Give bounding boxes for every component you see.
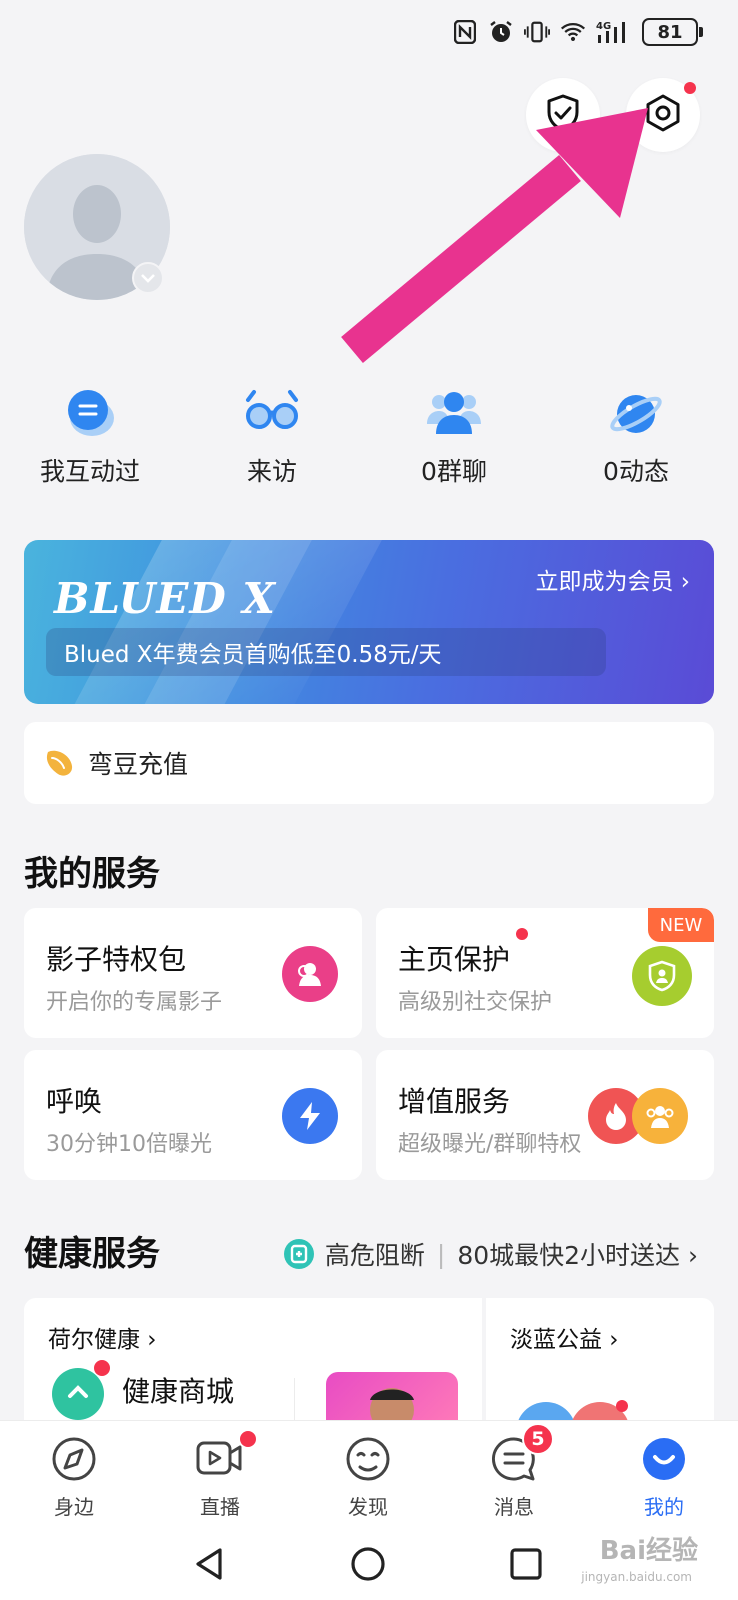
- hol-health-title: 荷尔健康 ›: [48, 1327, 157, 1353]
- blued-profile-icon: [643, 1438, 685, 1480]
- video-camera-icon: [196, 1441, 242, 1475]
- signal-icon: 4G: [596, 19, 632, 45]
- group-chat-icon: [632, 1088, 688, 1144]
- medical-icon: [283, 1239, 314, 1269]
- health-services-title: 健康服务: [24, 1234, 160, 1274]
- tab-label: 身边: [54, 1495, 94, 1519]
- quick-action-label: 0动态: [603, 457, 669, 486]
- quick-action-moments[interactable]: 0动态: [546, 388, 726, 488]
- battery-indicator: 81: [642, 18, 703, 46]
- recharge-row[interactable]: 弯豆充值: [24, 722, 714, 804]
- avatar-switch-button[interactable]: [132, 262, 164, 294]
- annotation-arrow: [341, 108, 648, 364]
- shadow-user-icon: [282, 946, 338, 1002]
- status-icons: 4G 81: [452, 18, 703, 46]
- become-member-link[interactable]: 立即成为会员 ›: [535, 562, 690, 596]
- service-subtitle: 高级别社交保护: [398, 990, 553, 1015]
- baidu-watermark-url: jingyan.baidu.com: [581, 1570, 692, 1584]
- high-risk-block-text: 高危阻断: [324, 1241, 425, 1270]
- tab-label: 发现: [348, 1495, 388, 1519]
- back-triangle-icon[interactable]: [190, 1544, 230, 1584]
- shield-user-icon: [632, 946, 692, 1006]
- promo-text: Blued X年费会员首购低至0.58元/天: [46, 628, 606, 676]
- lightning-icon: [282, 1088, 338, 1144]
- quick-action-interacted[interactable]: 我互动过: [0, 388, 180, 488]
- service-title: 呼唤: [46, 1085, 103, 1118]
- tab-nearby[interactable]: 身边: [14, 1435, 134, 1520]
- service-shadow-pack[interactable]: 影子特权包 开启你的专属影子: [24, 908, 362, 1038]
- my-services-title: 我的服务: [24, 854, 160, 894]
- nfc-icon: [452, 19, 478, 45]
- delivery-text: 80城最快2小时送达 ›: [457, 1241, 698, 1270]
- quick-action-visitors[interactable]: 来访: [182, 388, 362, 488]
- charity-dot: [616, 1400, 628, 1412]
- recents-square-icon[interactable]: [506, 1544, 546, 1584]
- chat-bubble-icon: [68, 390, 114, 436]
- quick-action-label: 我互动过: [39, 457, 140, 486]
- health-promo-link[interactable]: 高危阻断 | 80城最快2小时送达 ›: [283, 1236, 698, 1272]
- service-subtitle: 开启你的专属影子: [46, 990, 223, 1015]
- tab-label: 消息: [494, 1495, 534, 1519]
- tab-live[interactable]: 直播: [160, 1431, 280, 1520]
- health-card-hol[interactable]: 荷尔健康 › 健康商城: [24, 1298, 482, 1432]
- new-feature-dot: [516, 928, 528, 940]
- membership-banner[interactable]: BLUED X 立即成为会员 › Blued X年费会员首购低至0.58元/天: [24, 540, 714, 704]
- svg-text:4G: 4G: [596, 21, 611, 32]
- tab-discover[interactable]: 发现: [308, 1435, 428, 1520]
- chevron-down-icon: [141, 274, 155, 283]
- service-summon[interactable]: 呼唤 30分钟10倍曝光: [24, 1050, 362, 1180]
- quick-action-label: 0群聊: [421, 457, 487, 486]
- service-value-added[interactable]: 增值服务 超级曝光/群聊特权: [376, 1050, 714, 1180]
- status-bar: 4G 81: [0, 0, 738, 70]
- charity-title: 淡蓝公益 ›: [510, 1327, 619, 1353]
- new-badge: NEW: [648, 908, 714, 942]
- health-mall-dot: [94, 1360, 110, 1376]
- live-notification-dot: [240, 1431, 256, 1447]
- glasses-icon: [246, 390, 298, 429]
- tab-label: 我的: [644, 1495, 684, 1519]
- service-title: 增值服务: [398, 1085, 511, 1118]
- service-title: 主页保护: [398, 943, 511, 976]
- health-card-charity[interactable]: 淡蓝公益 ›: [486, 1298, 714, 1462]
- quick-action-label: 来访: [246, 457, 297, 486]
- bean-icon: [46, 750, 73, 776]
- service-title: 影子特权包: [46, 943, 187, 976]
- settings-notification-dot: [684, 82, 696, 94]
- baidu-watermark: Bai经验: [599, 1536, 698, 1566]
- vibrate-icon: [524, 19, 550, 45]
- tab-mine[interactable]: 我的: [604, 1435, 724, 1520]
- service-subtitle: 超级曝光/群聊特权: [398, 1132, 582, 1157]
- recharge-label: 弯豆充值: [88, 750, 189, 779]
- alarm-icon: [488, 19, 514, 45]
- quick-action-group-chats[interactable]: 0群聊: [364, 388, 544, 488]
- tab-messages[interactable]: 消息 5: [454, 1423, 574, 1520]
- home-circle-icon[interactable]: [348, 1544, 388, 1584]
- service-profile-protection[interactable]: 主页保护 高级别社交保护 NEW: [376, 908, 714, 1038]
- planet-icon: [610, 395, 662, 433]
- unread-count-badge: 5: [522, 1423, 554, 1455]
- group-icon: [427, 392, 481, 434]
- tab-label: 直播: [200, 1495, 240, 1519]
- compass-icon: [52, 1437, 96, 1481]
- health-mall-label: 健康商城: [122, 1375, 235, 1408]
- blued-x-logo: BLUED X: [54, 574, 277, 623]
- planet-face-icon: [346, 1437, 390, 1481]
- wifi-icon: [560, 19, 586, 45]
- service-subtitle: 30分钟10倍曝光: [46, 1132, 212, 1157]
- bottom-tab-bar: 身边 直播 发现 消息 5 我的: [0, 1420, 738, 1532]
